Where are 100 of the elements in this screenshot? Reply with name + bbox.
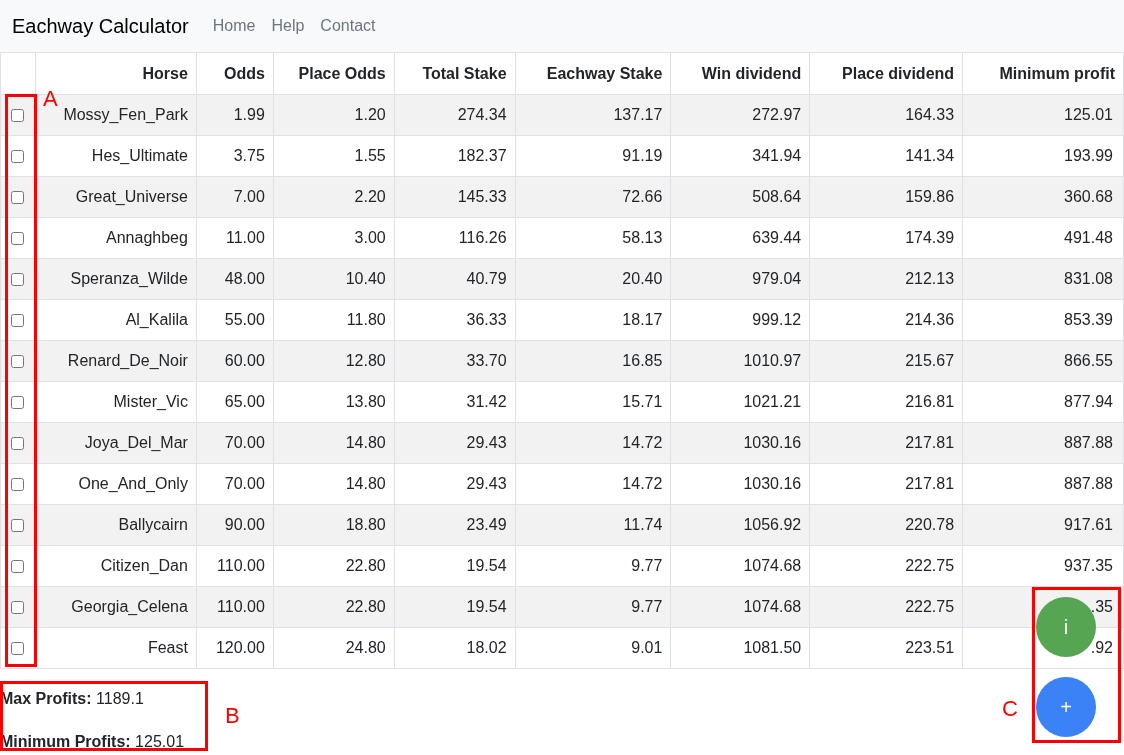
table-cell: 11.00 bbox=[226, 229, 265, 246]
horse-name: Ballycairn bbox=[118, 516, 188, 533]
table-cell: 20.40 bbox=[622, 270, 663, 287]
horse-name: Mossy_Fen_Park bbox=[63, 106, 188, 123]
row-checkbox[interactable] bbox=[11, 437, 25, 451]
table-cell: 90.00 bbox=[224, 516, 265, 533]
horse-name: Al_Kalila bbox=[125, 311, 188, 328]
table-cell: 18.80 bbox=[345, 516, 386, 533]
table-cell: 110.00 bbox=[217, 598, 265, 615]
table-cell: 639.44 bbox=[752, 229, 802, 246]
table-cell: 29.43 bbox=[466, 475, 507, 492]
row-checkbox[interactable] bbox=[11, 560, 25, 574]
table-cell: 491.48 bbox=[1064, 229, 1113, 246]
column-header: Win dividend bbox=[670, 52, 810, 95]
table-cell: 141.34 bbox=[905, 147, 955, 164]
table-cell: 9.77 bbox=[631, 598, 663, 615]
row-checkbox[interactable] bbox=[11, 355, 25, 369]
table-cell: 11.80 bbox=[346, 311, 386, 328]
table-cell: 15.71 bbox=[622, 393, 663, 410]
table-cell: 120.00 bbox=[215, 639, 265, 656]
row-checkbox[interactable] bbox=[11, 396, 25, 410]
table-cell: 182.37 bbox=[457, 147, 507, 164]
table-cell: 16.85 bbox=[622, 352, 663, 369]
table-cell: 60.00 bbox=[224, 352, 265, 369]
table-cell: 31.42 bbox=[466, 393, 507, 410]
table-cell: 70.00 bbox=[224, 475, 265, 492]
horse-name: Hes_Ultimate bbox=[91, 147, 188, 164]
row-checkbox[interactable] bbox=[11, 478, 25, 492]
table-cell: 853.39 bbox=[1064, 311, 1113, 328]
table-cell: 214.36 bbox=[905, 311, 955, 328]
table-cell: 22.80 bbox=[345, 598, 386, 615]
row-checkbox[interactable] bbox=[11, 109, 25, 123]
table-cell: 145.33 bbox=[457, 188, 507, 205]
table-cell: 23.49 bbox=[466, 516, 507, 533]
table-cell: 999.12 bbox=[752, 311, 802, 328]
table-cell: 33.70 bbox=[466, 352, 507, 369]
table-cell: 14.80 bbox=[345, 475, 386, 492]
table-cell: 917.61 bbox=[1064, 516, 1113, 533]
table-cell: 274.34 bbox=[457, 106, 507, 123]
nav-link[interactable]: Help bbox=[271, 14, 305, 38]
horse-name: Feast bbox=[147, 639, 188, 656]
table-cell: 125.01 bbox=[1064, 106, 1113, 123]
table-cell: 3.75 bbox=[233, 147, 265, 164]
row-checkbox[interactable] bbox=[11, 191, 25, 205]
table-cell: 1.99 bbox=[233, 106, 265, 123]
annotation-label: B bbox=[225, 705, 240, 727]
table-cell: 58.13 bbox=[622, 229, 663, 246]
table-cell: 159.86 bbox=[905, 188, 955, 205]
table-cell: 12.80 bbox=[345, 352, 386, 369]
row-checkbox[interactable] bbox=[11, 519, 25, 533]
table-cell: 1081.50 bbox=[743, 639, 802, 656]
table-cell: 91.19 bbox=[622, 147, 663, 164]
nav-link[interactable]: Home bbox=[212, 14, 256, 38]
table-cell: 272.97 bbox=[752, 106, 802, 123]
row-checkbox[interactable] bbox=[11, 314, 25, 328]
table-cell: 13.80 bbox=[345, 393, 386, 410]
table-cell: 193.99 bbox=[1064, 147, 1113, 164]
horse-name: Annaghbeg bbox=[106, 229, 188, 246]
table-cell: 937.35 bbox=[1064, 557, 1113, 574]
row-checkbox[interactable] bbox=[11, 642, 25, 656]
table-cell: 887.88 bbox=[1064, 434, 1113, 451]
table-cell: 508.64 bbox=[752, 188, 802, 205]
table-cell: 3.00 bbox=[354, 229, 386, 246]
horse-name: Speranza_Wilde bbox=[70, 270, 188, 287]
table-cell: 887.88 bbox=[1064, 475, 1113, 492]
horse-name: Citizen_Dan bbox=[100, 557, 188, 574]
table-cell: 217.81 bbox=[905, 434, 955, 451]
row-checkbox[interactable] bbox=[11, 150, 25, 164]
table-cell: 341.94 bbox=[752, 147, 802, 164]
row-checkbox[interactable] bbox=[11, 601, 25, 615]
table-cell: 222.75 bbox=[905, 557, 955, 574]
horse-name: Joya_Del_Mar bbox=[84, 434, 188, 451]
table-cell: 174.39 bbox=[905, 229, 955, 246]
horse-name: Renard_De_Noir bbox=[67, 352, 188, 369]
table-cell: 11.74 bbox=[623, 516, 663, 533]
row-checkbox[interactable] bbox=[11, 232, 25, 246]
table-cell: 48.00 bbox=[224, 270, 265, 287]
add-button[interactable]: + bbox=[1036, 677, 1096, 737]
nav-link[interactable]: Contact bbox=[320, 14, 376, 38]
table-cell: 7.00 bbox=[233, 188, 265, 205]
table-cell: 360.68 bbox=[1064, 188, 1113, 205]
table-cell: 216.81 bbox=[905, 393, 955, 410]
table-cell: 10.40 bbox=[345, 270, 386, 287]
table-cell: 18.02 bbox=[466, 639, 507, 656]
horse-name: Great_Universe bbox=[75, 188, 188, 205]
table-cell: 14.72 bbox=[622, 475, 663, 492]
table-cell: 866.55 bbox=[1064, 352, 1113, 369]
table-cell: 217.81 bbox=[905, 475, 955, 492]
table-cell: 1056.92 bbox=[743, 516, 802, 533]
row-checkbox[interactable] bbox=[11, 273, 25, 287]
table-cell: 223.51 bbox=[905, 639, 955, 656]
table-cell: 14.80 bbox=[345, 434, 386, 451]
column-header: Eachway Stake bbox=[515, 52, 671, 95]
table-cell: 14.72 bbox=[622, 434, 663, 451]
table-cell: 137.17 bbox=[613, 106, 663, 123]
table-cell: 65.00 bbox=[224, 393, 265, 410]
table-cell: 24.80 bbox=[345, 639, 386, 656]
table-cell: 1.55 bbox=[354, 147, 386, 164]
table-cell: 19.54 bbox=[466, 598, 507, 615]
horse-name: Mister_Vic bbox=[113, 393, 188, 410]
